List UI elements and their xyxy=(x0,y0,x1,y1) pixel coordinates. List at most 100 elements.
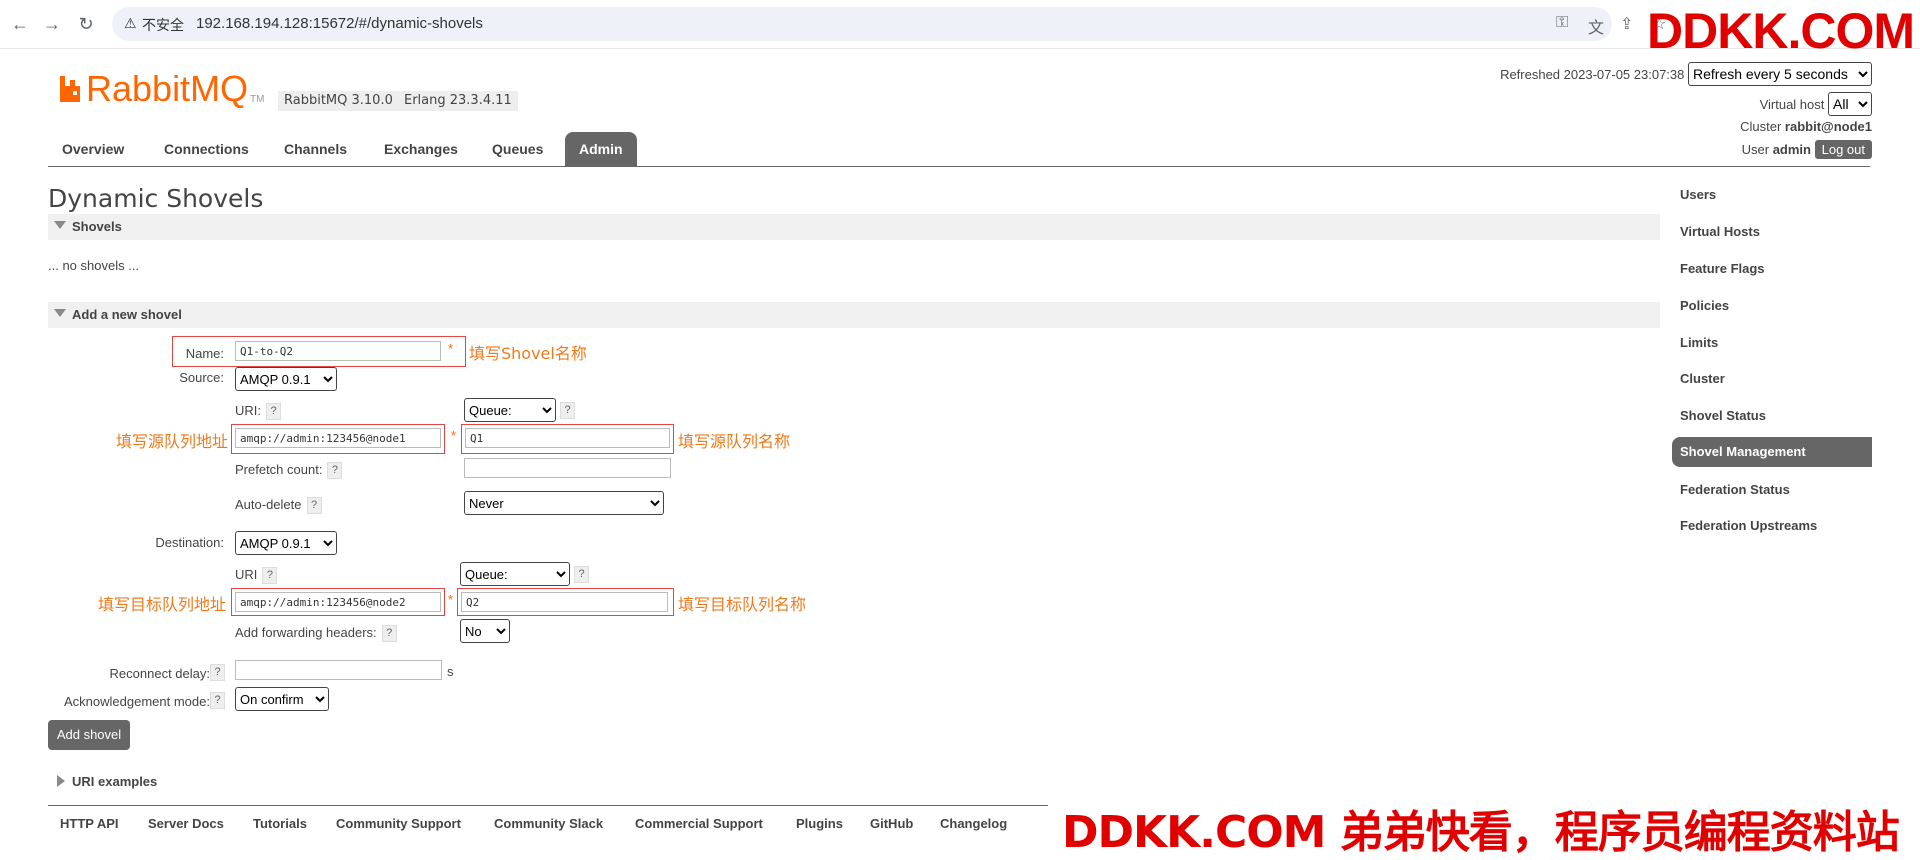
sidebar-item-users[interactable]: Users xyxy=(1680,187,1716,202)
reconnect-delay-input[interactable] xyxy=(235,660,442,680)
sidebar-item-federation-upstreams[interactable]: Federation Upstreams xyxy=(1680,518,1817,533)
sidebar-item-policies[interactable]: Policies xyxy=(1680,298,1729,313)
key-icon[interactable]: ⚿ xyxy=(1556,14,1568,32)
source-label: Source: xyxy=(179,370,224,385)
tab-admin[interactable]: Admin xyxy=(565,132,637,166)
help-icon[interactable]: ? xyxy=(306,497,322,515)
sidebar-item-shovel-status[interactable]: Shovel Status xyxy=(1680,408,1766,423)
destination-uri-input[interactable] xyxy=(235,592,441,612)
tab-channels[interactable]: Channels xyxy=(284,141,347,157)
help-icon[interactable]: ? xyxy=(381,625,397,643)
footer-link-commercial-support[interactable]: Commercial Support xyxy=(635,816,763,831)
help-icon[interactable]: ? xyxy=(210,664,225,681)
collapse-triangle-icon xyxy=(54,221,66,229)
help-icon[interactable]: ? xyxy=(327,462,343,480)
destination-protocol-select[interactable]: AMQP 0.9.1 xyxy=(235,531,337,555)
help-icon[interactable]: ? xyxy=(560,402,575,419)
name-label: Name: xyxy=(185,346,224,361)
tab-queues[interactable]: Queues xyxy=(492,141,543,157)
destination-label: Destination: xyxy=(155,535,224,550)
sidebar-item-feature-flags[interactable]: Feature Flags xyxy=(1680,261,1765,276)
annotation-source-uri: 填写源队列地址 xyxy=(116,432,229,451)
autodelete-label: Auto-delete? xyxy=(235,497,322,515)
refreshed-label: Refreshed 2023-07-05 23:07:38 xyxy=(1500,67,1685,82)
footer-link-server-docs[interactable]: Server Docs xyxy=(148,816,224,831)
page-title: Dynamic Shovels xyxy=(48,184,264,213)
logo-trademark: TM xyxy=(250,94,265,105)
add-shovel-button[interactable]: Add shovel xyxy=(48,720,130,750)
url-text: 192.168.194.128:15672/#/dynamic-shovels xyxy=(196,15,483,32)
browser-toolbar: ← → ↻ ⚠ 不安全 192.168.194.128:15672/#/dyna… xyxy=(0,0,1920,59)
destination-type-select[interactable]: Queue: xyxy=(460,562,570,586)
autodelete-select[interactable]: Never xyxy=(464,491,664,515)
prefetch-input[interactable] xyxy=(464,458,671,478)
watermark-top: DDKK.COM xyxy=(1647,3,1915,59)
annotation-name: 填写Shovel名称 xyxy=(469,344,587,363)
sidebar-item-cluster[interactable]: Cluster xyxy=(1680,371,1725,386)
uri-examples-section-header[interactable]: URI examples xyxy=(48,768,1660,794)
footer-link-github[interactable]: GitHub xyxy=(870,816,913,831)
rabbitmq-version-badge: RabbitMQ 3.10.0 xyxy=(278,91,399,111)
translate-icon[interactable]: 文 xyxy=(1588,14,1604,38)
source-type-select[interactable]: Queue: xyxy=(464,398,556,422)
address-bar[interactable]: ⚠ 不安全 192.168.194.128:15672/#/dynamic-sh… xyxy=(112,7,1612,41)
footer-link-community-support[interactable]: Community Support xyxy=(336,816,461,831)
no-shovels-text: ... no shovels ... xyxy=(48,258,140,273)
destination-queue-input[interactable] xyxy=(461,592,668,612)
back-arrow-icon[interactable]: ← xyxy=(8,12,32,36)
warning-icon: ⚠ xyxy=(124,15,137,31)
forward-arrow-icon[interactable]: → xyxy=(40,12,64,36)
footer: HTTP API Server Docs Tutorials Community… xyxy=(48,805,1048,843)
expand-triangle-icon xyxy=(57,775,65,787)
annotation-source-queue: 填写源队列名称 xyxy=(678,432,791,451)
vhost-row: Virtual host All xyxy=(1760,92,1872,116)
fwd-headers-label: Add forwarding headers:? xyxy=(235,625,397,643)
footer-link-community-slack[interactable]: Community Slack xyxy=(494,816,603,831)
destination-uri-label: URI? xyxy=(235,567,278,585)
tab-connections[interactable]: Connections xyxy=(164,141,249,157)
footer-link-plugins[interactable]: Plugins xyxy=(796,816,843,831)
shovels-section-header[interactable]: Shovels xyxy=(48,214,1660,240)
source-queue-input[interactable] xyxy=(465,428,670,448)
source-uri-input[interactable] xyxy=(235,428,441,448)
sidebar-item-federation-status[interactable]: Federation Status xyxy=(1680,482,1790,497)
footer-link-changelog[interactable]: Changelog xyxy=(940,816,1007,831)
ack-mode-select[interactable]: On confirm xyxy=(235,687,329,711)
footer-link-tutorials[interactable]: Tutorials xyxy=(253,816,307,831)
help-icon[interactable]: ? xyxy=(262,567,278,585)
insecure-label: 不安全 xyxy=(142,17,184,33)
source-uri-label: URI:? xyxy=(235,403,281,421)
sidebar-item-virtual-hosts[interactable]: Virtual Hosts xyxy=(1680,224,1760,239)
sidebar-item-shovel-management[interactable]: Shovel Management xyxy=(1672,437,1872,467)
collapse-triangle-icon xyxy=(54,309,66,317)
erlang-version-badge: Erlang 23.3.4.11 xyxy=(398,91,518,111)
source-protocol-select[interactable]: AMQP 0.9.1 xyxy=(235,367,337,391)
ack-mode-label: Acknowledgement mode: xyxy=(64,694,210,709)
reload-icon[interactable]: ↻ xyxy=(74,12,98,36)
footer-link-http-api[interactable]: HTTP API xyxy=(60,816,119,831)
prefetch-label: Prefetch count:? xyxy=(235,462,343,480)
reconnect-label: Reconnect delay: xyxy=(109,666,210,681)
fwd-headers-select[interactable]: No xyxy=(460,619,510,643)
main-nav-tabs: Overview Connections Channels Exchanges … xyxy=(48,132,1870,167)
annotation-dest-queue: 填写目标队列名称 xyxy=(678,595,807,614)
share-icon[interactable]: ⇪ xyxy=(1620,14,1633,34)
refresh-interval-select[interactable]: Refresh every 5 seconds xyxy=(1688,62,1872,86)
uri-examples-label: URI examples xyxy=(72,774,158,789)
shovels-section-label: Shovels xyxy=(72,219,122,234)
source-uri-required-mark: * xyxy=(451,428,457,443)
name-required-mark: * xyxy=(448,341,454,356)
annotation-dest-uri: 填写目标队列地址 xyxy=(98,595,227,614)
reconnect-unit: s xyxy=(447,664,454,679)
help-icon[interactable]: ? xyxy=(210,692,225,709)
vhost-select[interactable]: All xyxy=(1828,92,1872,116)
watermark-bottom: DDKK.COM 弟弟快看，程序员编程资料站 xyxy=(1062,807,1900,858)
sidebar-item-limits[interactable]: Limits xyxy=(1680,335,1718,350)
help-icon[interactable]: ? xyxy=(574,566,589,583)
help-icon[interactable]: ? xyxy=(266,403,281,421)
refresh-row: Refreshed 2023-07-05 23:07:38 Refresh ev… xyxy=(1500,62,1872,86)
add-shovel-section-header[interactable]: Add a new shovel xyxy=(48,302,1660,328)
tab-overview[interactable]: Overview xyxy=(62,141,124,157)
name-input[interactable] xyxy=(235,341,441,361)
tab-exchanges[interactable]: Exchanges xyxy=(384,141,458,157)
